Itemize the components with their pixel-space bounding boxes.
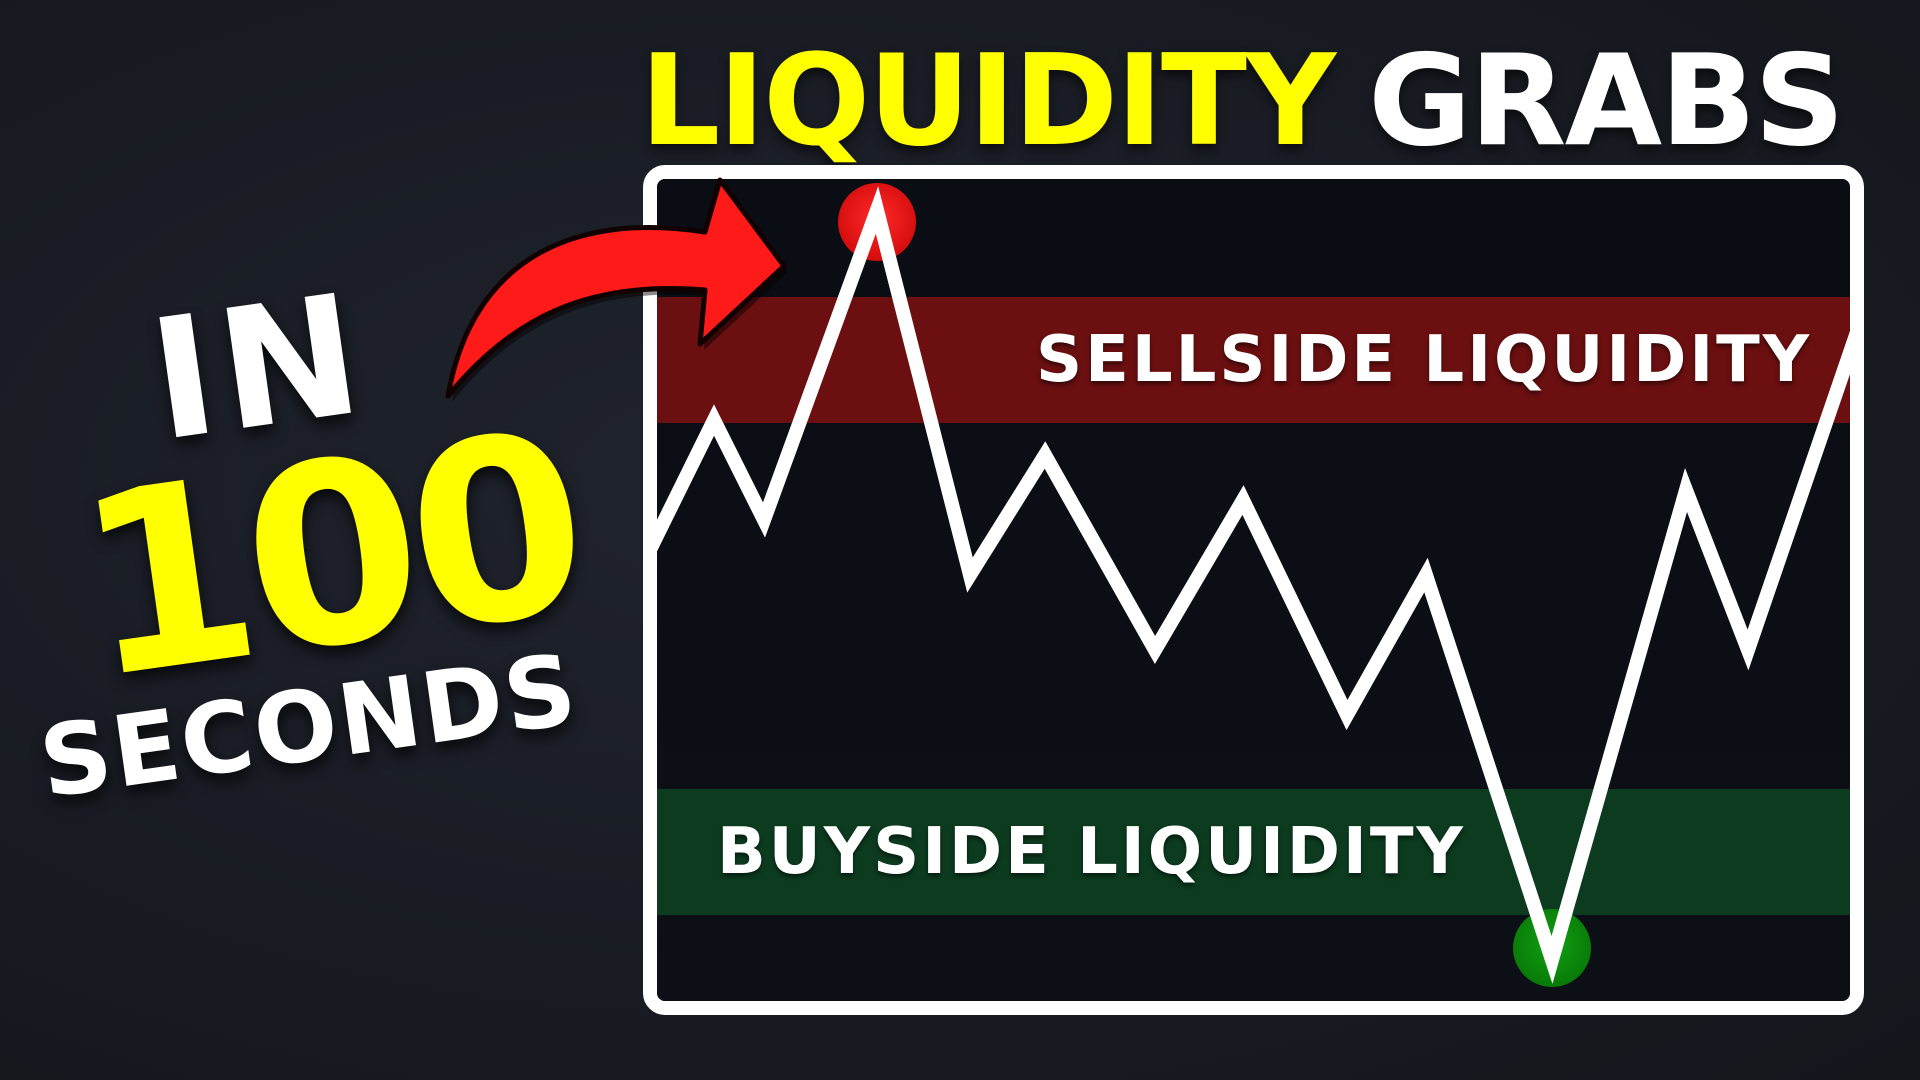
price-line: [657, 186, 1850, 984]
price-chart: [657, 183, 1850, 987]
